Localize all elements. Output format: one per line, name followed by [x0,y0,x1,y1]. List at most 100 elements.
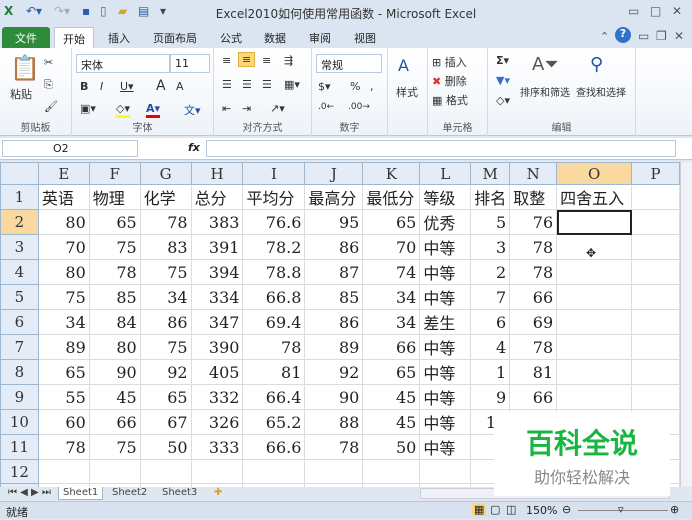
cell-G8[interactable]: 92 [139,359,192,385]
cell-K4[interactable]: 74 [362,259,421,285]
shrink-font-icon[interactable]: A [176,80,184,93]
grow-font-icon[interactable]: A [156,78,166,94]
merge-center-icon[interactable]: ▦▾ [284,78,300,91]
cell-G9[interactable]: 65 [139,384,192,410]
cell-P3[interactable] [631,234,680,260]
row-header[interactable]: 4 [0,259,39,285]
column-header-G[interactable]: G [139,162,192,185]
row-header[interactable]: 1 [0,184,39,210]
zoom-in-icon[interactable]: ⊕ [670,503,679,516]
page-break-view-icon[interactable]: ◫ [506,503,516,516]
format-painter-icon[interactable]: 🖌 [44,100,58,113]
cell-O2[interactable] [556,209,633,235]
cell-K6[interactable]: 34 [362,309,421,335]
tab-review[interactable]: 审阅 [301,27,339,48]
column-header-I[interactable]: I [242,162,306,185]
sheet-tab-1[interactable]: Sheet1 [58,487,104,500]
sheet-nav-icon[interactable]: ⏮ ◀ ▶ ⏭ [4,487,55,500]
cell-G4[interactable]: 75 [139,259,192,285]
tab-view[interactable]: 视图 [346,27,384,48]
cell-J12[interactable] [304,459,364,484]
cell-K8[interactable]: 65 [362,359,421,385]
cell-E1[interactable]: 英语 [37,184,90,210]
cell-J10[interactable]: 88 [304,409,364,435]
align-top-icon[interactable]: ≡ [222,54,231,67]
doc-minimize-icon[interactable]: ▭ [638,29,649,43]
maximize-icon[interactable]: □ [650,4,661,18]
column-header-E[interactable]: E [37,162,90,185]
align-left-icon[interactable]: ☰ [222,78,232,91]
row-header[interactable]: 10 [0,409,39,435]
cell-K3[interactable]: 70 [362,234,421,260]
cell-F5[interactable]: 85 [88,284,141,310]
insert-function-button[interactable]: fx [188,141,200,154]
cell-L12[interactable] [419,459,472,484]
insert-cells-button[interactable]: ⊞ 插入 [432,54,467,70]
phonetic-icon[interactable]: 文▾ [184,102,201,118]
column-header-F[interactable]: F [88,162,141,185]
cell-O4[interactable] [556,259,633,285]
cut-icon[interactable]: ✂ [44,56,53,69]
autosum-icon[interactable]: Σ▾ [496,54,509,67]
cell-M7[interactable]: 4 [470,334,511,360]
underline-icon[interactable]: U▾ [120,80,134,93]
cell-L9[interactable]: 中等 [419,384,472,410]
cell-E3[interactable]: 70 [37,234,90,260]
cell-O7[interactable] [556,334,633,360]
cell-K10[interactable]: 45 [362,409,421,435]
cell-G2[interactable]: 78 [139,209,192,235]
cell-M6[interactable]: 6 [470,309,511,335]
column-header-H[interactable]: H [190,162,244,185]
cell-G7[interactable]: 75 [139,334,192,360]
cell-I3[interactable]: 78.2 [242,234,306,260]
vertical-scrollbar[interactable] [680,162,692,487]
format-cells-button[interactable]: ▦ 格式 [432,92,468,108]
delete-cells-button[interactable]: ✖ 删除 [432,73,467,89]
fill-color-icon[interactable]: ◇▾ [116,102,130,118]
cell-L10[interactable]: 中等 [419,409,472,435]
cell-F4[interactable]: 78 [88,259,141,285]
cell-J9[interactable]: 90 [304,384,364,410]
cell-G6[interactable]: 86 [139,309,192,335]
zoom-out-icon[interactable]: ⊖ [562,503,571,516]
tab-data[interactable]: 数据 [256,27,294,48]
column-header-J[interactable]: J [304,162,364,185]
cell-I7[interactable]: 78 [242,334,306,360]
bold-icon[interactable]: B [80,80,88,93]
row-header[interactable]: 5 [0,284,39,310]
tab-formulas[interactable]: 公式 [212,27,250,48]
cell-K7[interactable]: 66 [362,334,421,360]
sort-filter-button[interactable]: 排序和筛选 [520,84,570,99]
cell-J5[interactable]: 85 [304,284,364,310]
cell-J6[interactable]: 86 [304,309,364,335]
row-header[interactable]: 3 [0,234,39,260]
cell-L3[interactable]: 中等 [419,234,472,260]
clear-icon[interactable]: ◇▾ [496,94,510,107]
cell-K2[interactable]: 65 [362,209,421,235]
currency-icon[interactable]: $▾ [318,80,331,93]
cell-F10[interactable]: 66 [88,409,141,435]
doc-restore-icon[interactable]: ❐ [656,29,667,43]
sheet-tab-2[interactable]: Sheet2 [108,487,151,500]
select-all-corner[interactable] [0,162,39,185]
zoom-level[interactable]: 150% [526,504,557,517]
cell-P7[interactable] [631,334,680,360]
cell-H9[interactable]: 332 [190,384,244,410]
cell-E6[interactable]: 34 [37,309,90,335]
cell-E11[interactable]: 78 [37,434,90,460]
cell-G1[interactable]: 化学 [139,184,192,210]
cell-I8[interactable]: 81 [242,359,306,385]
cell-O6[interactable] [556,309,633,335]
cell-I2[interactable]: 76.6 [242,209,306,235]
percent-icon[interactable]: % [350,80,360,93]
cell-K5[interactable]: 34 [362,284,421,310]
sheet-tab-3[interactable]: Sheet3 [158,487,201,500]
cell-E2[interactable]: 80 [37,209,90,235]
cell-F1[interactable]: 物理 [88,184,141,210]
cell-L7[interactable]: 中等 [419,334,472,360]
cell-H7[interactable]: 390 [190,334,244,360]
cell-P5[interactable] [631,284,680,310]
cell-F3[interactable]: 75 [88,234,141,260]
cell-H8[interactable]: 405 [190,359,244,385]
cell-J11[interactable]: 78 [304,434,364,460]
